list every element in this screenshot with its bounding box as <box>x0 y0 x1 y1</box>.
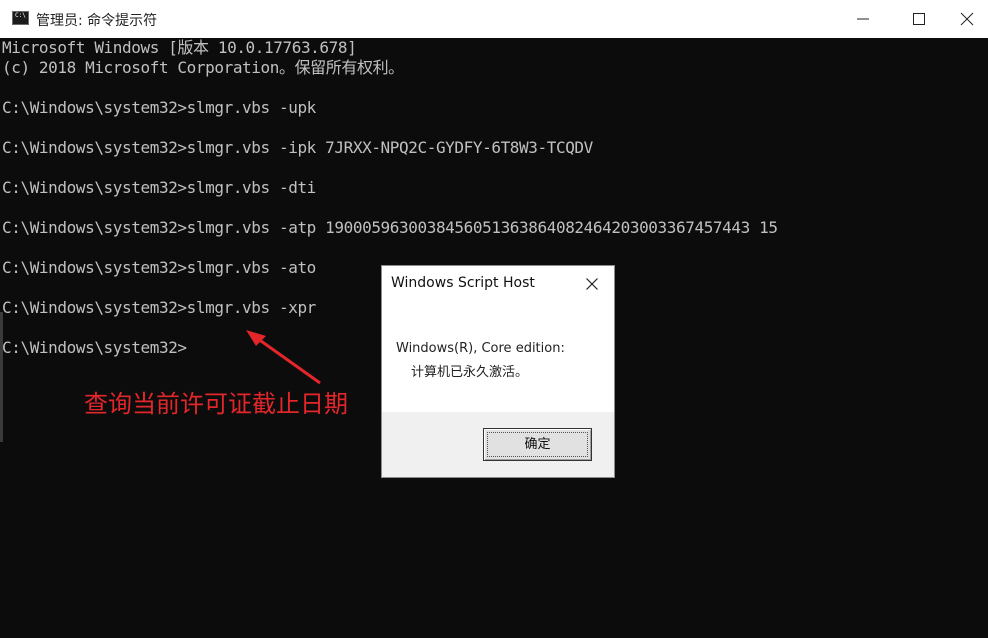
dialog-message-line2: 计算机已永久激活。 <box>411 365 529 380</box>
red-arrow-icon <box>246 330 321 385</box>
console-line: Microsoft Windows [版本 10.0.17763.678] <box>2 38 357 57</box>
minimize-button[interactable] <box>840 0 886 38</box>
console-line: C:\Windows\system32>slmgr.vbs -ato <box>2 258 316 277</box>
cmd-window: C:\ 管理员: 命令提示符 Microsoft Windows [版本 10.… <box>0 0 988 638</box>
console-prompt: C:\Windows\system32> <box>2 338 187 357</box>
dialog-close-icon[interactable] <box>585 277 599 291</box>
dialog-message-line1: Windows(R), Core edition: <box>396 341 565 356</box>
dialog-footer: 确定 <box>382 412 614 477</box>
annotation-text: 查询当前许可证截止日期 <box>84 390 348 418</box>
scroll-edge <box>0 312 3 442</box>
ok-button[interactable]: 确定 <box>483 428 592 461</box>
console-line: C:\Windows\system32>slmgr.vbs -ipk 7JRXX… <box>2 138 593 157</box>
console-line: C:\Windows\system32>slmgr.vbs -dti <box>2 178 316 197</box>
title-bar[interactable]: C:\ 管理员: 命令提示符 <box>0 0 988 38</box>
focus-rect <box>487 432 588 457</box>
script-host-dialog: Windows Script Host Windows(R), Core edi… <box>381 265 615 478</box>
console-line: C:\Windows\system32>slmgr.vbs -atp 19000… <box>2 218 778 237</box>
dialog-title: Windows Script Host <box>391 275 535 291</box>
cmd-icon: C:\ <box>12 11 29 25</box>
console-line: C:\Windows\system32>slmgr.vbs -upk <box>2 98 316 117</box>
close-button[interactable] <box>944 0 988 38</box>
maximize-button[interactable] <box>896 0 942 38</box>
console-line: C:\Windows\system32>slmgr.vbs -xpr <box>2 298 316 317</box>
minimize-icon <box>857 18 869 20</box>
console-line: (c) 2018 Microsoft Corporation。保留所有权利。 <box>2 58 404 77</box>
maximize-icon <box>913 13 925 25</box>
close-icon <box>960 12 974 26</box>
window-title: 管理员: 命令提示符 <box>36 13 158 29</box>
cmd-icon-label: C:\ <box>15 12 26 19</box>
